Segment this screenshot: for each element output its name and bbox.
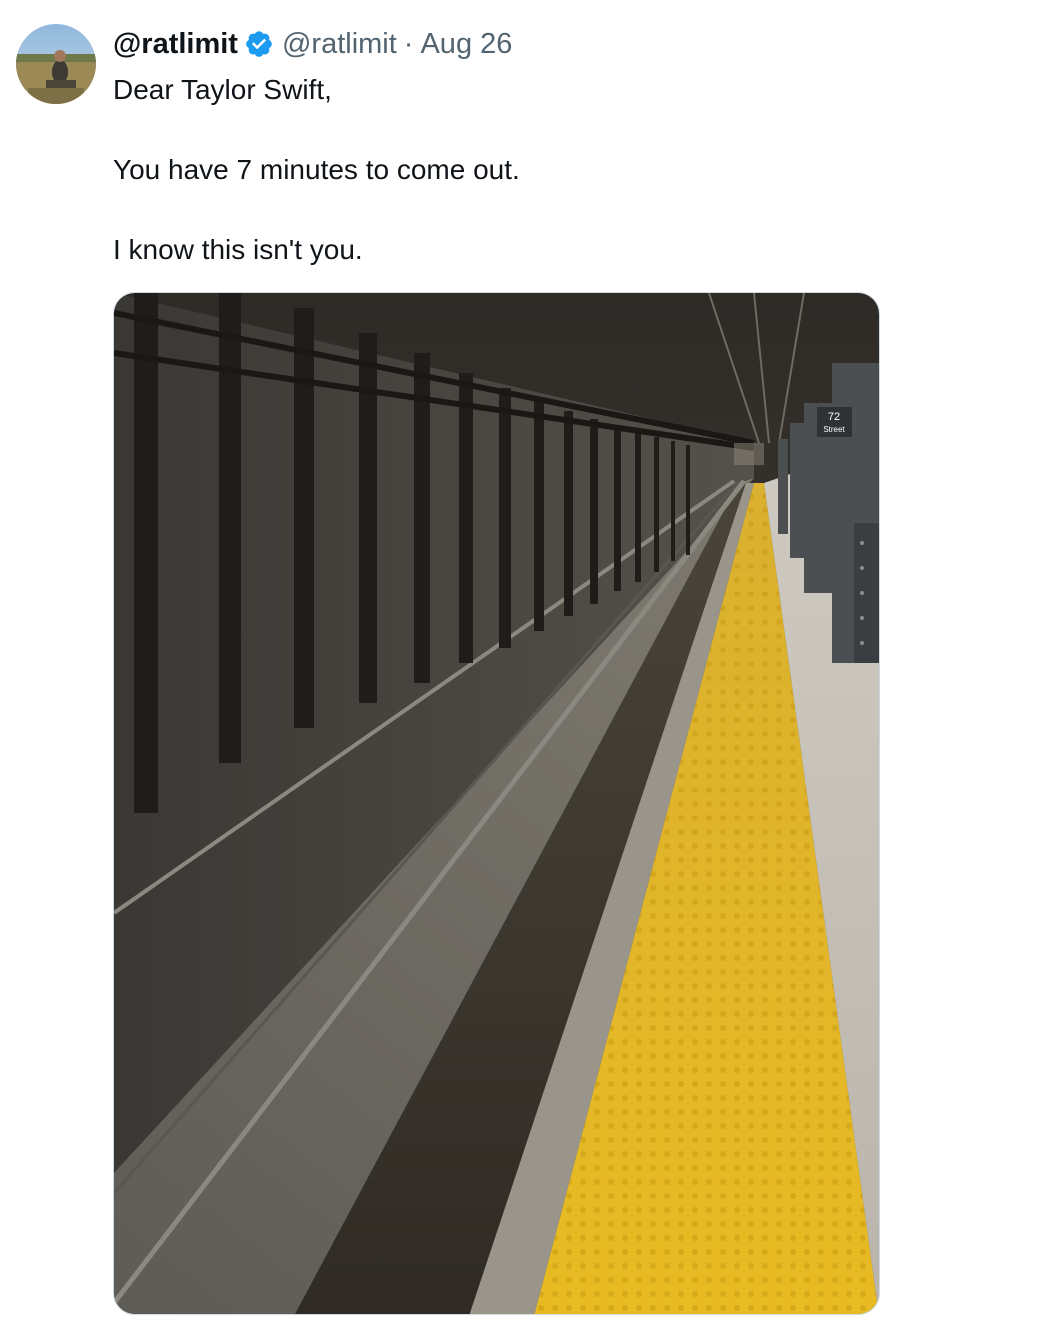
tweet-date[interactable]: Aug 26 (420, 28, 512, 61)
user-handle[interactable]: @ratlimit (282, 28, 397, 61)
tweet-text: Dear Taylor Swift, You have 7 minutes to… (113, 70, 520, 270)
display-name[interactable]: @ratlimit (113, 28, 238, 61)
subway-platform-photo: 72 Street (114, 293, 879, 1314)
sign-number: 72 (828, 411, 840, 423)
tweet-header: @ratlimit @ratlimit · Aug 26 (113, 26, 512, 62)
tweet-photo[interactable]: 72 Street (113, 292, 880, 1315)
separator-dot: · (403, 27, 414, 60)
avatar-image (16, 24, 96, 104)
tweet-line: I know this isn't you. (113, 234, 363, 265)
tweet-line: You have 7 minutes to come out. (113, 154, 520, 185)
verified-badge-icon (244, 29, 274, 59)
sign-word: Street (823, 425, 845, 434)
tweet-line: Dear Taylor Swift, (113, 74, 332, 105)
avatar[interactable] (16, 24, 96, 104)
